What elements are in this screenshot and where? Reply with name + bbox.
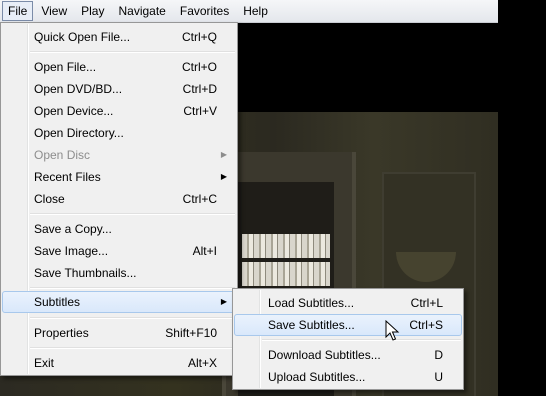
menu-separator <box>262 339 461 341</box>
menu-item-label: Save Image... <box>34 244 109 258</box>
menu-item-shortcut: Ctrl+Q <box>181 30 217 44</box>
video-books <box>242 234 330 258</box>
menu-item-upload-subtitles[interactable]: Upload Subtitles... U <box>235 366 461 388</box>
menu-item-shortcut: Alt+I <box>192 244 217 258</box>
menu-file-label: File <box>8 4 28 18</box>
menu-item-save-copy[interactable]: Save a Copy... <box>3 218 235 240</box>
menu-item-save-subtitles[interactable]: Save Subtitles... Ctrl+S <box>234 314 462 336</box>
menu-item-label: Subtitles <box>34 295 81 309</box>
menu-item-shortcut: Ctrl+C <box>182 192 217 206</box>
menu-item-shortcut: D <box>434 348 443 362</box>
menu-item-label: Close <box>34 192 65 206</box>
menu-separator <box>30 287 235 289</box>
subtitles-submenu: Load Subtitles... Ctrl+L Save Subtitles.… <box>232 288 464 390</box>
menu-item-shortcut: Ctrl+V <box>183 104 217 118</box>
menu-help-label: Help <box>243 4 268 18</box>
menu-item-open-dvd[interactable]: Open DVD/BD... Ctrl+D <box>3 78 235 100</box>
menu-item-label: Load Subtitles... <box>268 296 355 310</box>
menu-separator <box>30 347 235 349</box>
video-books <box>242 262 330 286</box>
menu-item-shortcut: Ctrl+O <box>181 60 217 74</box>
menu-file[interactable]: File <box>2 1 34 21</box>
menu-item-shortcut: Ctrl+S <box>409 318 443 332</box>
menu-item-label: Open Disc <box>34 148 91 162</box>
menu-separator <box>30 317 235 319</box>
menu-item-label: Recent Files <box>34 170 101 184</box>
menu-item-close[interactable]: Close Ctrl+C <box>3 188 235 210</box>
menu-item-shortcut: U <box>434 370 443 384</box>
menu-help[interactable]: Help <box>237 2 274 20</box>
menu-separator <box>30 213 235 215</box>
menu-item-download-subtitles[interactable]: Download Subtitles... D <box>235 344 461 366</box>
menu-item-quick-open[interactable]: Quick Open File... Ctrl+Q <box>3 26 235 48</box>
menu-item-label: Quick Open File... <box>34 30 131 44</box>
submenu-arrow-icon: ▶ <box>220 150 227 159</box>
menu-item-label: Upload Subtitles... <box>268 370 366 384</box>
menu-item-save-image[interactable]: Save Image... Alt+I <box>3 240 235 262</box>
menu-view[interactable]: View <box>35 2 73 20</box>
menu-item-recent-files[interactable]: Recent Files ▶ <box>3 166 235 188</box>
file-menu: Quick Open File... Ctrl+Q Open File... C… <box>0 22 238 376</box>
submenu-arrow-icon: ▶ <box>220 172 227 181</box>
menu-play-label: Play <box>81 4 105 18</box>
menu-favorites-label: Favorites <box>179 4 230 18</box>
window-edge <box>498 22 546 396</box>
mouse-cursor-icon <box>385 320 400 341</box>
menu-item-open-disc[interactable]: Open Disc ▶ <box>3 144 235 166</box>
menu-item-load-subtitles[interactable]: Load Subtitles... Ctrl+L <box>235 292 461 314</box>
submenu-arrow-icon: ▶ <box>220 297 227 306</box>
menu-item-label: Save Thumbnails... <box>34 266 137 280</box>
menu-item-shortcut: Ctrl+D <box>182 82 217 96</box>
menu-item-open-directory[interactable]: Open Directory... <box>3 122 235 144</box>
menu-item-label: Open DVD/BD... <box>34 82 123 96</box>
menu-item-subtitles[interactable]: Subtitles ▶ <box>2 291 236 313</box>
menu-item-exit[interactable]: Exit Alt+X <box>3 352 235 374</box>
menu-item-shortcut: Shift+F10 <box>165 326 217 340</box>
menu-navigate[interactable]: Navigate <box>112 2 171 20</box>
menu-play[interactable]: Play <box>75 2 110 20</box>
menu-item-label: Download Subtitles... <box>268 348 381 362</box>
menubar: File View Play Navigate Favorites Help <box>0 0 498 23</box>
menu-view-label: View <box>41 4 68 18</box>
menu-item-label: Save a Copy... <box>34 222 112 236</box>
menu-item-label: Open Device... <box>34 104 114 118</box>
menu-navigate-label: Navigate <box>118 4 166 18</box>
menu-item-properties[interactable]: Properties Shift+F10 <box>3 322 235 344</box>
menu-favorites[interactable]: Favorites <box>174 2 235 20</box>
menu-item-label: Open File... <box>34 60 97 74</box>
menu-item-open-file[interactable]: Open File... Ctrl+O <box>3 56 235 78</box>
menu-item-save-thumbnails[interactable]: Save Thumbnails... <box>3 262 235 284</box>
menu-item-label: Properties <box>34 326 89 340</box>
menu-item-shortcut: Ctrl+L <box>410 296 443 310</box>
menu-item-label: Exit <box>34 356 55 370</box>
menu-item-label: Open Directory... <box>34 126 124 140</box>
menu-item-shortcut: Alt+X <box>187 356 217 370</box>
menu-item-label: Save Subtitles... <box>268 318 355 332</box>
menu-item-open-device[interactable]: Open Device... Ctrl+V <box>3 100 235 122</box>
menu-separator <box>30 51 235 53</box>
